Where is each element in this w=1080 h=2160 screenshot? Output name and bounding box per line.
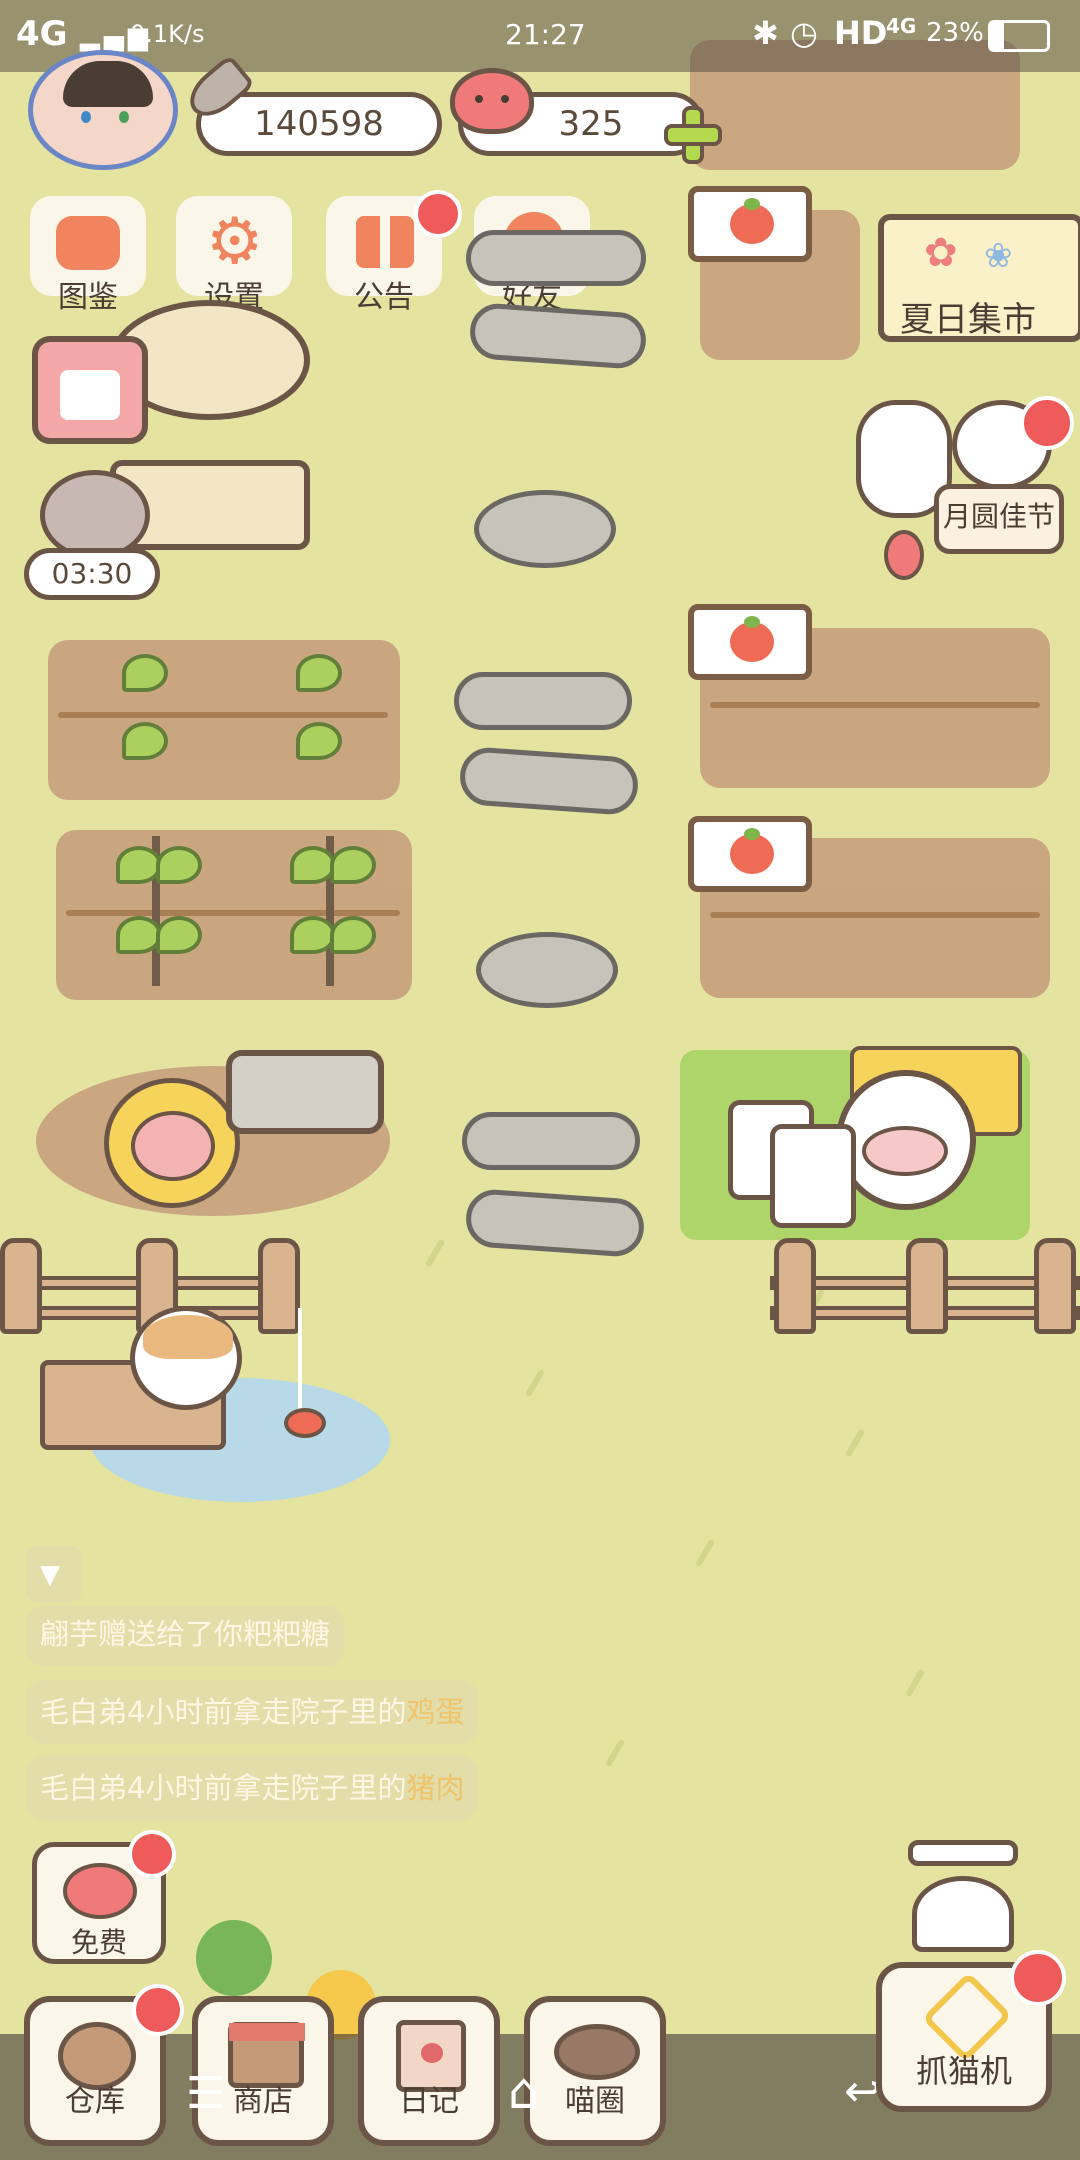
free-badge xyxy=(128,1830,176,1878)
fishing-line xyxy=(298,1308,302,1418)
message-row: 毛白弟4小时前拿走院子里的猪肉 xyxy=(26,1756,479,1820)
food-trough[interactable] xyxy=(226,1050,384,1134)
message-toggle-button[interactable]: ▼ xyxy=(26,1546,82,1602)
fence-post xyxy=(0,1238,42,1334)
fence-post xyxy=(906,1238,948,1334)
collection-label: 图鉴 xyxy=(58,280,118,315)
message-row: 毛白弟4小时前拿走院子里的鸡蛋 xyxy=(26,1680,479,1744)
grass-mark xyxy=(694,1538,716,1568)
heart-icon xyxy=(63,1863,137,1919)
cat-book-icon xyxy=(56,216,120,270)
plant-sapling xyxy=(290,836,376,986)
tomato-sign xyxy=(688,816,812,892)
claw-machine-dome xyxy=(912,1876,1014,1952)
sunflower-pig[interactable] xyxy=(104,1078,240,1208)
stepping-stone xyxy=(466,230,646,286)
stepping-stone xyxy=(464,1187,646,1259)
fence-post xyxy=(774,1238,816,1334)
hd-indicator: HD xyxy=(834,14,888,52)
notice-label: 公告 xyxy=(354,280,414,315)
battery-percent: 23% xyxy=(926,18,984,48)
menu-icon[interactable]: ☰ xyxy=(186,2072,225,2116)
free-label: 免费 xyxy=(70,1926,127,1959)
cow[interactable] xyxy=(836,1070,976,1210)
warehouse-label: 仓库 xyxy=(65,2084,125,2119)
fence-post xyxy=(1034,1238,1076,1334)
claw-machine-label: 抓猫机 xyxy=(915,2052,1012,2090)
seedling-sprout xyxy=(296,654,342,692)
milk-can xyxy=(770,1124,856,1228)
seedling-sprout xyxy=(122,722,168,760)
seedling-sprout xyxy=(122,654,168,692)
grass-mark xyxy=(904,1668,926,1698)
home-icon[interactable]: ⌂ xyxy=(508,2066,540,2116)
notice-badge xyxy=(414,190,462,238)
fence-post xyxy=(258,1238,300,1334)
chevron-down-icon: ▼ xyxy=(40,1560,60,1590)
collection-button[interactable]: 图鉴 xyxy=(30,196,146,315)
stepping-stone xyxy=(458,745,640,817)
warehouse-badge xyxy=(132,1984,184,2036)
pencil-icon xyxy=(60,370,120,420)
heart-currency-value: 325 xyxy=(558,104,624,144)
add-hearts-button[interactable] xyxy=(664,106,722,164)
stepping-stone xyxy=(468,301,648,371)
grass-mark xyxy=(524,1368,546,1398)
gift-icon xyxy=(356,216,414,268)
status-bar: 4G ▂▄▆ 0.1K/s 21:27 ✱ ◷ HD 4G 23% xyxy=(0,0,1080,72)
timer-value: 03:30 xyxy=(51,557,133,590)
stepping-stone xyxy=(474,490,616,568)
diary-label: 日记 xyxy=(399,2084,459,2119)
stepping-stone xyxy=(454,672,632,730)
timer-badge: 03:30 xyxy=(24,548,160,600)
player-avatar[interactable] xyxy=(28,50,178,170)
crop-plot-plants[interactable] xyxy=(56,830,412,1000)
message-row: 翩芋赠送给了你粑粑糖 xyxy=(26,1606,345,1666)
tomato-sign xyxy=(688,186,812,262)
circle-button[interactable]: 喵圈 xyxy=(524,1996,666,2146)
fish-currency-value: 140598 xyxy=(254,104,384,144)
stepping-stone xyxy=(462,1112,640,1170)
fishing-cat[interactable] xyxy=(130,1306,242,1410)
fishing-bobber xyxy=(284,1408,326,1438)
settings-button[interactable]: ⚙ 设置 xyxy=(176,196,292,315)
flower-icon: ❀ xyxy=(984,236,1013,276)
moon-festival-label: 月圆佳节 xyxy=(942,500,1055,533)
planet-cat-icon xyxy=(554,2024,640,2080)
net-type-2: 4G xyxy=(886,14,917,38)
flower-icon: ✿ xyxy=(924,230,958,276)
mouse-icon xyxy=(40,470,150,560)
avatar-eye xyxy=(81,111,91,123)
summer-market-event[interactable]: ✿ ❀ 夏日集市 xyxy=(878,214,1080,342)
claw-machine-top xyxy=(908,1840,1018,1866)
alarm-icon: ◷ xyxy=(790,14,818,52)
bluetooth-icon: ✱ xyxy=(752,14,779,52)
diary-button[interactable]: 日记 xyxy=(358,1996,500,2146)
claw-machine-badge xyxy=(1010,1950,1066,2006)
seedling-sprout xyxy=(296,722,342,760)
avatar-eye xyxy=(119,111,129,123)
clock: 21:27 xyxy=(505,18,586,51)
calendar-button[interactable] xyxy=(32,336,148,444)
moon-festival-event[interactable]: 月圆佳节 xyxy=(934,484,1064,554)
grass-mark xyxy=(424,1238,446,1268)
circle-label: 喵圈 xyxy=(565,2084,625,2119)
gear-icon: ⚙ xyxy=(206,205,264,279)
grass-mark xyxy=(604,1738,626,1768)
net-speed: 0.1K/s xyxy=(130,20,205,48)
clover-decor xyxy=(196,1920,272,1996)
crop-plot-seedlings[interactable] xyxy=(48,640,400,800)
grass-mark xyxy=(844,1428,866,1458)
network-type: 4G xyxy=(16,14,68,54)
summer-market-label: 夏日集市 xyxy=(900,300,1036,340)
battery-icon xyxy=(988,20,1050,52)
moon-festival-badge xyxy=(1020,396,1074,450)
stepping-stone xyxy=(476,932,618,1008)
avatar-hair xyxy=(63,61,153,107)
lantern-tassel xyxy=(884,530,924,580)
plant-sapling xyxy=(116,836,202,986)
heart-icon xyxy=(450,68,534,134)
tomato-sign xyxy=(688,604,812,680)
